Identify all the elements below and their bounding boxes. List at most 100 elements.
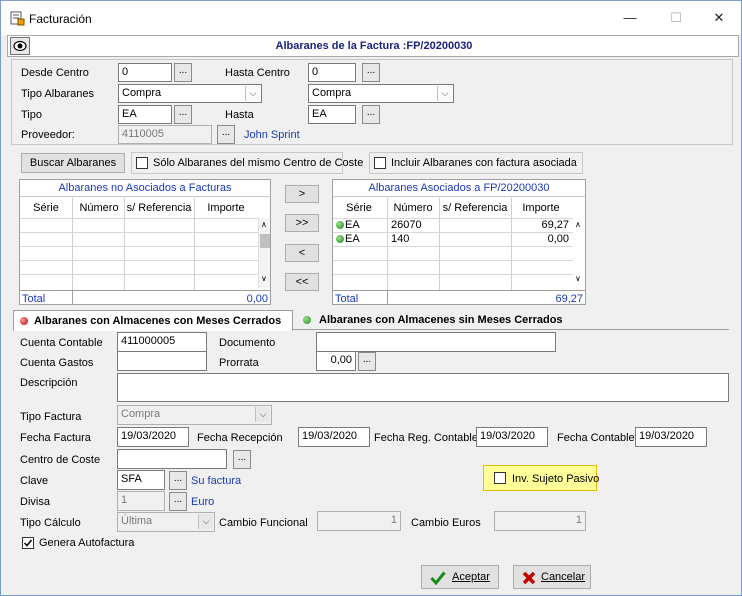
hasta-label: Hasta	[225, 109, 254, 121]
documento-label: Documento	[219, 337, 276, 349]
title-bar: Facturación — ☐ ✕	[1, 1, 741, 35]
row-numero: 140	[391, 233, 410, 245]
right-col-referencia: s/ Referencia	[442, 202, 508, 214]
prorrata-lookup-button[interactable]: ...	[358, 352, 376, 371]
descripcion-label: Descripción	[20, 377, 78, 389]
scroll-down-icon: ∨	[575, 274, 581, 283]
tipo-label: Tipo	[21, 109, 42, 121]
tab-sin-meses[interactable]: Albaranes con Almacenes sin Meses Cerrad…	[297, 311, 587, 330]
tipo-albaranes-hasta-value: Compra	[312, 87, 352, 99]
left-total-label: Total	[22, 293, 46, 305]
proveedor-input[interactable]: 4110005	[118, 125, 212, 144]
check-icon	[430, 571, 446, 585]
move-right-button[interactable]: >	[285, 185, 319, 203]
descripcion-input[interactable]	[117, 373, 729, 402]
fecha-reg-contable-label: Fecha Reg. Contable	[374, 432, 478, 444]
incluir-factura-checkbox[interactable]	[374, 157, 386, 169]
table-row[interactable]: EA 140 0,00	[333, 233, 573, 245]
row-importe: 0,00	[547, 233, 569, 245]
cuenta-gastos-input[interactable]	[117, 351, 207, 371]
window-title: Facturación	[29, 12, 92, 26]
left-col-referencia: s/ Referencia	[126, 202, 192, 214]
clave-label: Clave	[20, 475, 49, 487]
tipo-calculo-label: Tipo Cálculo	[20, 517, 81, 529]
row-serie: EA	[345, 233, 360, 245]
albaranes-asociados-grid: Albaranes Asociados a FP/20200030 Série …	[332, 179, 586, 305]
inv-sujeto-pasivo-label: Inv. Sujeto Pasivo	[512, 473, 600, 485]
scroll-down-icon: ∨	[261, 274, 267, 283]
scroll-up-icon: ∧	[261, 220, 267, 229]
fecha-reg-contable-input[interactable]: 19/03/2020	[476, 427, 548, 447]
centro-coste-lookup-button[interactable]: ...	[233, 450, 251, 469]
solo-centro-label: Sólo Albaranes del mismo Centro de Coste	[153, 157, 364, 169]
cuenta-gastos-label: Cuenta Gastos	[20, 357, 94, 369]
centro-coste-input[interactable]	[117, 449, 227, 469]
desde-centro-lookup-button[interactable]: ...	[174, 63, 192, 82]
clave-lookup-button[interactable]: ...	[169, 471, 187, 490]
hasta-lookup-button[interactable]: ...	[362, 105, 380, 124]
divisa-lookup-button[interactable]: ...	[169, 492, 187, 511]
scroll-up-icon: ∧	[575, 220, 581, 229]
genera-autofactura-checkbox[interactable]	[22, 537, 34, 549]
clave-description: Su factura	[191, 475, 242, 487]
fecha-contable-label: Fecha Contable	[557, 432, 635, 444]
maximize-button[interactable]: ☐	[661, 7, 691, 29]
scroll-thumb[interactable]	[260, 234, 270, 248]
view-button[interactable]	[10, 37, 30, 55]
cambio-euros-input[interactable]: 1	[494, 511, 586, 531]
close-button[interactable]: ✕	[704, 7, 734, 29]
hasta-centro-lookup-button[interactable]: ...	[362, 63, 380, 82]
fecha-recepcion-input[interactable]: 19/03/2020	[298, 427, 370, 447]
tab-con-meses[interactable]: Albaranes con Almacenes con Meses Cerrad…	[13, 310, 293, 331]
desde-centro-input[interactable]: 0	[118, 63, 172, 82]
minimize-button[interactable]: —	[615, 7, 645, 29]
cambio-funcional-input[interactable]: 1	[317, 511, 401, 531]
chevron-down-icon: ⌵	[437, 86, 452, 101]
move-all-right-button[interactable]: >>	[285, 214, 319, 232]
prorrata-input[interactable]: 0,00	[316, 351, 356, 371]
header-bar: Albaranes de la Factura :FP/20200030	[7, 35, 739, 57]
tipo-calculo-select[interactable]: Última ⌵	[117, 512, 215, 532]
proveedor-lookup-button[interactable]: ...	[217, 125, 235, 144]
hasta-input[interactable]: EA	[308, 105, 356, 124]
header-title: Albaranes de la Factura :FP/20200030	[275, 40, 473, 52]
table-row[interactable]: EA 26070 69,27	[333, 219, 573, 231]
tipo-input[interactable]: EA	[118, 105, 172, 124]
clave-input[interactable]: SFA	[117, 470, 165, 490]
cancelar-button[interactable]: Cancelar	[513, 565, 591, 589]
desde-centro-label: Desde Centro	[21, 67, 89, 79]
move-all-left-button[interactable]: <<	[285, 273, 319, 291]
buscar-albaranes-button[interactable]: Buscar Albaranes	[21, 153, 125, 173]
right-grid-title: Albaranes Asociados a FP/20200030	[333, 182, 585, 197]
tipo-lookup-button[interactable]: ...	[174, 105, 192, 124]
documento-input[interactable]	[316, 332, 556, 352]
tipo-factura-select[interactable]: Compra ⌵	[117, 405, 272, 425]
tipo-factura-value: Compra	[121, 408, 161, 420]
genera-autofactura-label: Genera Autofactura	[39, 537, 135, 549]
cuenta-contable-label: Cuenta Contable	[20, 337, 103, 349]
aceptar-label: Aceptar	[452, 571, 490, 583]
right-grid-scrollbar[interactable]: ∧ ∨	[573, 218, 585, 288]
tipo-albaranes-hasta-select[interactable]: Compra ⌵	[308, 84, 454, 103]
eye-icon	[13, 40, 27, 52]
fecha-contable-input[interactable]: 19/03/2020	[635, 427, 707, 447]
row-serie: EA	[345, 219, 360, 231]
divisa-input[interactable]: 1	[117, 491, 165, 511]
divisa-description: Euro	[191, 496, 215, 508]
tipo-factura-label: Tipo Factura	[20, 411, 82, 423]
solo-centro-checkbox[interactable]	[136, 157, 148, 169]
aceptar-button[interactable]: Aceptar	[421, 565, 499, 589]
tipo-calculo-value: Última	[121, 515, 153, 527]
status-dot-icon	[336, 221, 344, 229]
tipo-albaranes-select[interactable]: Compra ⌵	[118, 84, 262, 103]
chevron-down-icon: ⌵	[255, 407, 270, 422]
left-total-value: 0,00	[246, 293, 268, 305]
fecha-factura-input[interactable]: 19/03/2020	[117, 427, 189, 447]
inv-sujeto-pasivo-checkbox[interactable]	[494, 472, 506, 484]
hasta-centro-input[interactable]: 0	[308, 63, 356, 82]
left-grid-scrollbar[interactable]: ∧ ∨	[258, 218, 270, 288]
green-dot-icon	[303, 316, 311, 324]
move-left-button[interactable]: <	[285, 244, 319, 262]
tab-con-meses-label: Albaranes con Almacenes con Meses Cerrad…	[34, 315, 282, 327]
cuenta-contable-input[interactable]: 411000005	[117, 332, 207, 352]
